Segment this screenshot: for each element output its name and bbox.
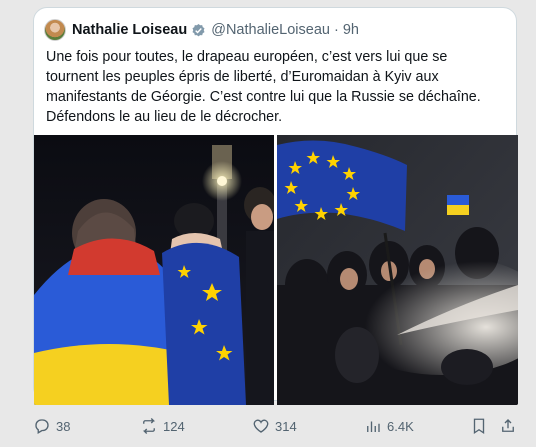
photo-georgia-protest[interactable] [277,135,518,405]
tweet-card[interactable]: Nathalie Loiseau @NathalieLoiseau · 9h U… [33,7,518,405]
views-count: 6.4K [387,418,414,434]
tweet-actions: 38 124 314 6.4K [33,413,517,439]
bookmark-button[interactable] [470,413,488,439]
tweet-header: Nathalie Loiseau @NathalieLoiseau · 9h [44,18,359,42]
separator-dot: · [333,22,339,38]
reply-count: 38 [56,418,71,434]
share-icon [502,419,514,432]
reply-button[interactable]: 38 [33,413,70,439]
verified-badge-icon [192,23,205,36]
author-handle[interactable]: @NathalieLoiseau [211,22,330,38]
views-button[interactable]: 6.4K [364,413,414,439]
photo-euromaidan[interactable] [34,135,274,405]
author-name[interactable]: Nathalie Loiseau [72,22,187,38]
tweet-time[interactable]: 9h [343,22,359,38]
avatar[interactable] [44,19,66,41]
repost-count: 124 [163,418,185,434]
bookmark-icon [473,418,485,435]
like-count: 314 [275,418,297,434]
share-button[interactable] [499,413,517,439]
like-button[interactable]: 314 [252,413,297,439]
repost-icon [142,418,156,434]
tweet-media [34,135,518,405]
tweet-text: Une fois pour toutes, le drapeau europée… [46,49,481,125]
heart-icon [253,419,269,433]
repost-button[interactable]: 124 [140,413,185,439]
reply-icon [35,419,49,434]
views-chart-icon [367,421,380,432]
